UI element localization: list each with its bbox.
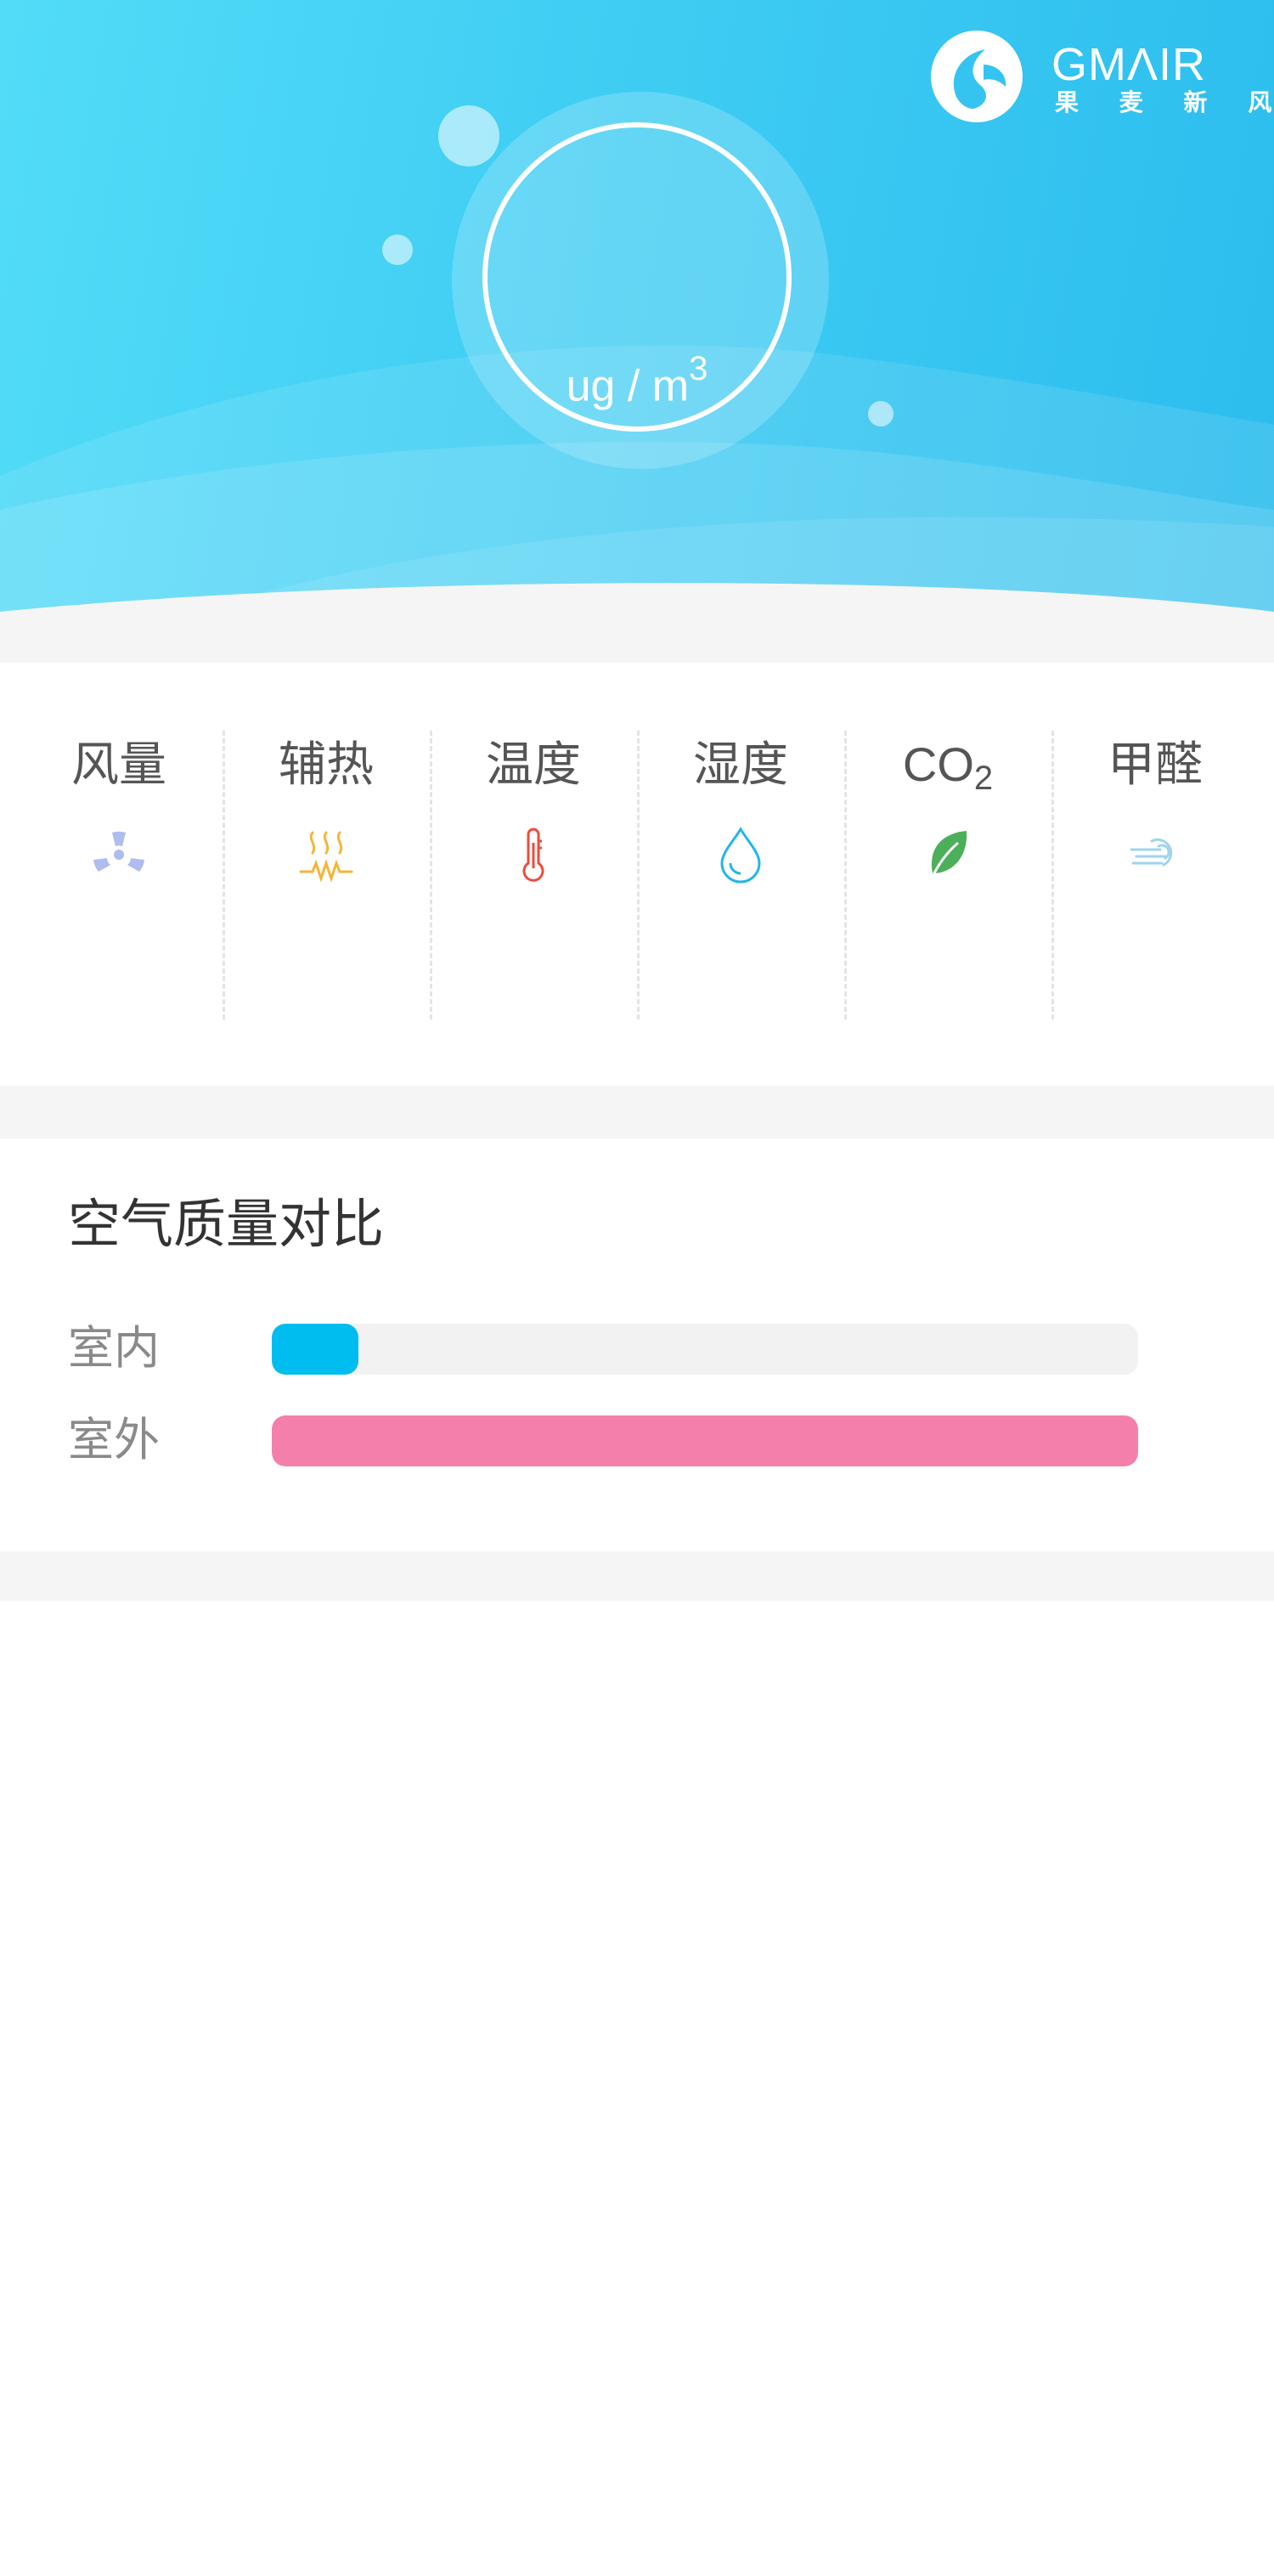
logo-wordmark: GMΛIR [1051,39,1207,90]
logo-subtitle: 果 麦 新 风 [1055,89,1274,116]
water-drop-icon [720,827,761,884]
metrics-card: 风量 辅热 温度 湿度 CO2 甲醛 [0,663,1274,1086]
indoor-bar-track [272,1324,1138,1375]
metric-formaldehyde[interactable]: 甲醛 [1051,731,1259,1020]
indoor-bar-fill [272,1324,358,1375]
outdoor-bar-fill [272,1415,1138,1466]
metric-co2[interactable]: CO2 [844,731,1051,1020]
metric-label: 风量 [71,737,166,791]
empty-content-area [0,1601,1274,2576]
thermometer-icon [522,828,544,882]
indoor-label: 室内 [68,1323,160,1374]
fan-icon [93,831,144,872]
wind-icon [1130,838,1173,867]
leaf-icon [929,831,967,881]
metric-label: 温度 [486,737,581,791]
air-quality-header: ug / m3 GMΛIR 果 麦 新 风 [0,0,1274,620]
metric-label: 辅热 [279,737,374,791]
metric-aux-heat[interactable]: 辅热 [223,731,430,1020]
metric-label: 湿度 [693,737,788,791]
outdoor-bar-track [272,1415,1138,1466]
metric-label: CO2 [902,737,994,797]
comparison-title: 空气质量对比 [68,1195,385,1254]
logo-mark-icon [931,31,1023,122]
bubble-decoration [382,234,413,265]
metric-humidity[interactable]: 湿度 [637,731,844,1020]
pm25-unit: ug / m3 [566,350,708,411]
bubble-decoration [438,105,499,167]
outdoor-label: 室外 [68,1415,160,1466]
metric-temperature[interactable]: 温度 [430,731,637,1020]
metric-label: 甲醛 [1108,737,1203,791]
metric-airflow[interactable]: 风量 [15,731,223,1020]
gmair-logo: GMΛIR 果 麦 新 风 [931,31,1271,124]
heater-icon [299,831,353,883]
air-quality-comparison-card: 空气质量对比 室内 室外 [0,1138,1274,1551]
